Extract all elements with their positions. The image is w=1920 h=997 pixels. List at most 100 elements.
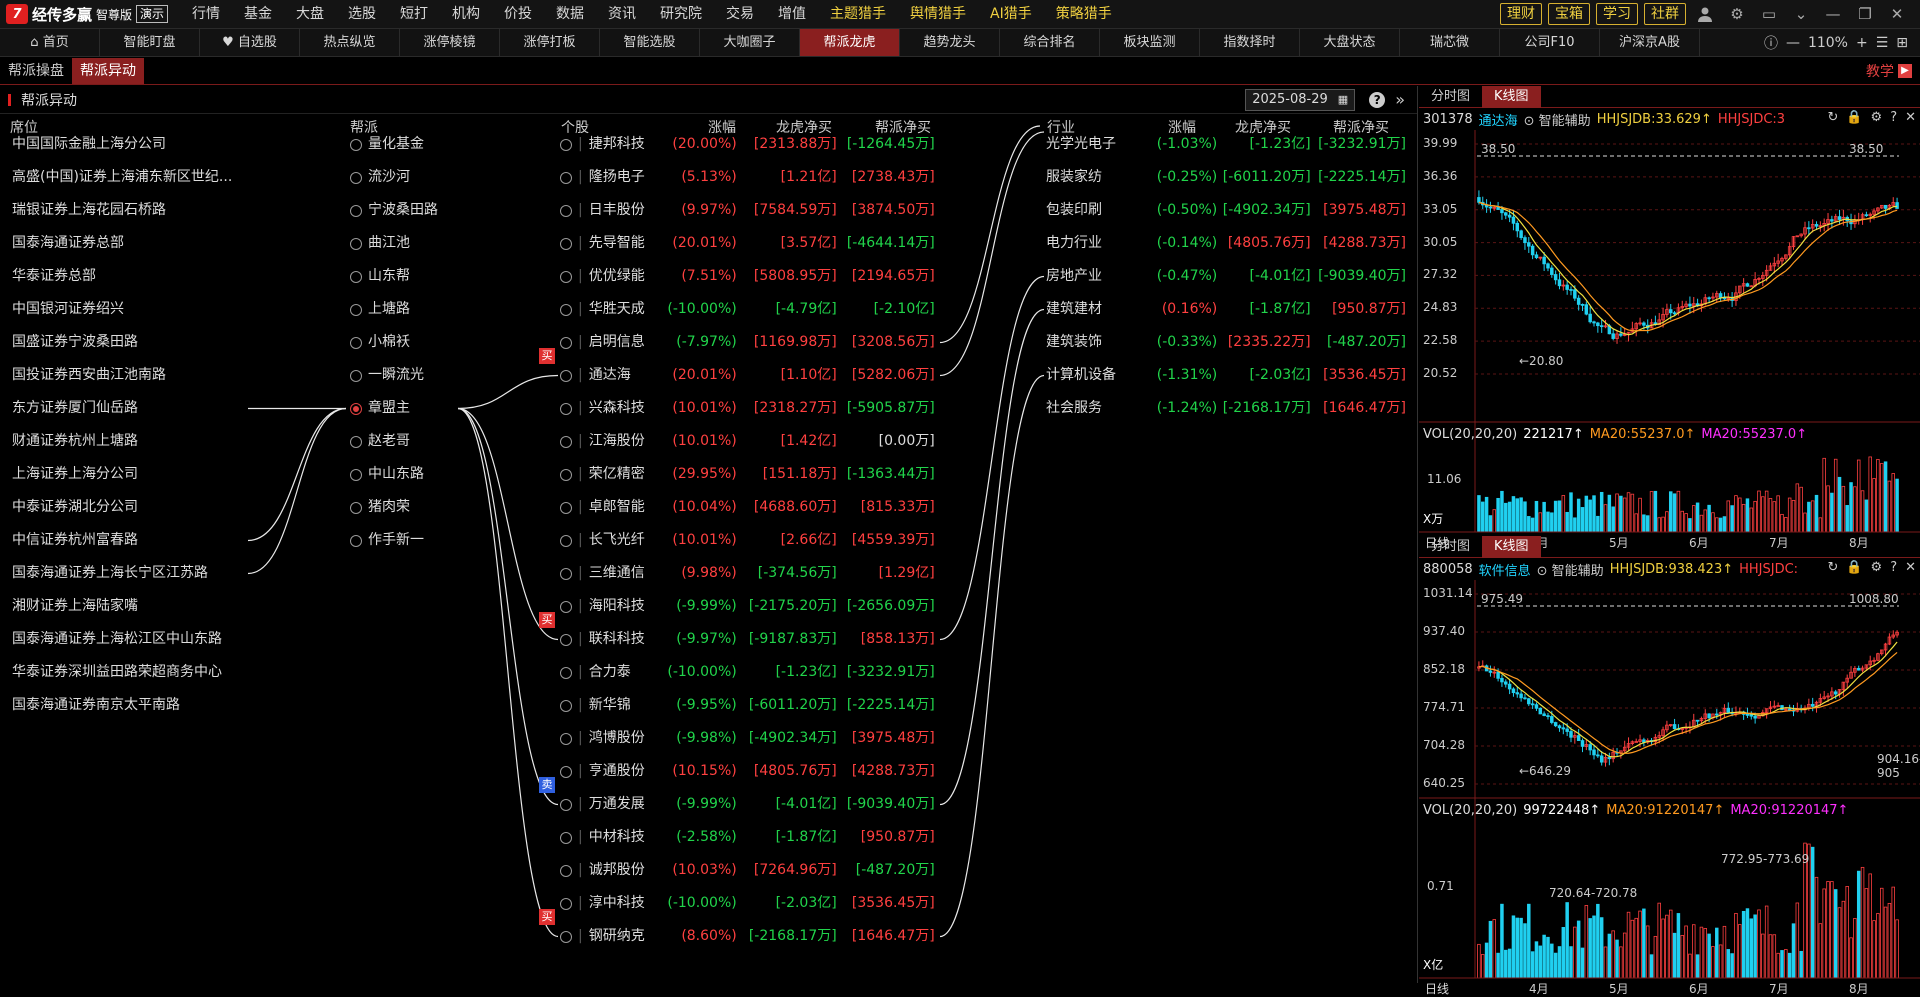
help-icon[interactable]: ? [1369,91,1386,108]
seat-item[interactable]: 湘财证券上海陆家嘴 [12,590,262,623]
tab-2[interactable]: ♥ 自选股 [200,29,300,56]
gang-item[interactable]: 宁波桑田路 [350,194,470,227]
menu-item-1[interactable]: 基金 [232,0,284,29]
radio-button[interactable] [560,402,572,415]
menu-hot-0[interactable]: 主题猎手 [818,0,898,29]
radio-button[interactable] [560,534,572,547]
stock-row[interactable]: | 万通发展 (-9.99%) [-4.01亿] [-9039.40万] [560,788,940,821]
tab-11[interactable]: 板块监测 [1100,29,1200,56]
close-icon[interactable]: ✕ [1905,560,1916,575]
zoom-in-icon[interactable]: + [1856,35,1868,51]
teach-link[interactable]: 教学 ▶ [1866,61,1920,81]
radio-button[interactable] [350,369,362,382]
tab-4[interactable]: 涨停棱镜 [400,29,500,56]
stock-row[interactable]: | 荣亿精密 (29.95%) [151.18万] [-1363.44万] [560,458,940,491]
radio-button[interactable] [560,864,572,877]
menu-item-10[interactable]: 交易 [714,0,766,29]
stock-row[interactable]: | 先导智能 (20.01%) [3.57亿] [-4644.14万] [560,227,940,260]
seat-item[interactable]: 华泰证券深圳益田路荣超商务中心 [12,656,262,689]
seat-item[interactable]: 上海证券上海分公司 [12,458,262,491]
radio-button[interactable] [560,897,572,910]
grid-icon[interactable]: ⊞ [1896,35,1908,51]
gang-item[interactable]: 上塘路 [350,293,470,326]
industry-row[interactable]: 房地产业 (-0.47%) [-4.01亿] [-9039.40万] [1046,260,1406,293]
gang-item[interactable]: 曲江池 [350,227,470,260]
radio-button[interactable] [560,699,572,712]
seat-item[interactable]: 国泰海通证券上海长宁区江苏路 [12,557,262,590]
radio-button[interactable] [350,534,362,547]
radio-button[interactable] [560,831,572,844]
help-icon[interactable]: ? [1890,110,1897,125]
seat-item[interactable]: 财通证券杭州上塘路 [12,425,262,458]
stock-row[interactable]: | 江海股份 (10.01%) [1.42亿] [0.00万] [560,425,940,458]
menu-item-3[interactable]: 选股 [336,0,388,29]
stock-row[interactable]: | 捷邦科技 (20.00%) [2313.88万] [-1264.45万] [560,128,940,161]
smart-assist-toggle[interactable]: ⊙ 智能辅助 [1524,110,1591,129]
menu-hot-2[interactable]: AI猎手 [978,0,1044,29]
licai-button[interactable]: 理财 [1500,3,1542,25]
seat-item[interactable]: 中国银河证券绍兴 [12,293,262,326]
smart-assist-toggle[interactable]: ⊙ 智能辅助 [1537,560,1604,579]
stock-row[interactable]: | 诚邦股份 (10.03%) [7264.96万] [-487.20万] [560,854,940,887]
chart-tab-0[interactable]: 分时图 [1419,86,1482,108]
radio-button[interactable] [350,237,362,250]
menu-item-2[interactable]: 大盘 [284,0,336,29]
menu-item-0[interactable]: 行情 [180,0,232,29]
radio-button[interactable] [350,468,362,481]
industry-row[interactable]: 建筑建材 (0.16%) [-1.87亿] [950.87万] [1046,293,1406,326]
refresh-icon[interactable]: ↻ [1827,110,1838,125]
radio-button[interactable] [560,567,572,580]
seat-item[interactable]: 国投证券西安曲江池南路 [12,359,262,392]
gang-item[interactable]: 章盟主 [350,392,470,425]
tab-7[interactable]: 大咖圈子 [700,29,800,56]
tab-gang-trade[interactable]: 帮派操盘 [0,58,72,84]
tab-15[interactable]: 公司F10 [1500,29,1600,56]
radio-button[interactable] [350,501,362,514]
radio-button[interactable] [560,138,572,151]
menu-item-7[interactable]: 数据 [544,0,596,29]
chart-tab-0[interactable]: 分时图 [1419,536,1482,558]
seat-item[interactable]: 国泰海通证券总部 [12,227,262,260]
stock-row[interactable]: | 长飞光纤 (10.01%) [2.66亿] [4559.39万] [560,524,940,557]
gang-item[interactable]: 一瞬流光 [350,359,470,392]
refresh-icon[interactable]: ↻ [1827,560,1838,575]
xuexi-button[interactable]: 学习 [1596,3,1638,25]
industry-row[interactable]: 电力行业 (-0.14%) [4805.76万] [4288.73万] [1046,227,1406,260]
menu-item-4[interactable]: 短打 [388,0,440,29]
tab-16[interactable]: 沪深京A股 [1600,29,1700,56]
demo-badge[interactable]: 演示 [136,5,169,23]
gang-item[interactable]: 猪肉荣 [350,491,470,524]
lock-icon[interactable]: 🔒 [1846,560,1862,575]
date-picker[interactable]: 2025-08-29 ▦ [1245,88,1356,111]
radio-button[interactable] [350,336,362,349]
minimize-icon[interactable]: — [1820,4,1846,24]
expand-icon[interactable]: » [1395,90,1405,109]
menu-icon[interactable]: ☰ [1876,35,1889,51]
industry-row[interactable]: 光学光电子 (-1.03%) [-1.23亿] [-3232.91万] [1046,128,1406,161]
seat-item[interactable]: 华泰证券总部 [12,260,262,293]
gang-item[interactable]: 量化基金 [350,128,470,161]
radio-button[interactable] [350,204,362,217]
radio-button[interactable] [560,633,572,646]
tab-5[interactable]: 涨停打板 [500,29,600,56]
stock-row[interactable]: | 通达海 (20.01%) [1.10亿] [5282.06万] [560,359,940,392]
stock-row[interactable]: | 三维通信 (9.98%) [-374.56万] [1.29亿] [560,557,940,590]
stock-row[interactable]: | 兴森科技 (10.01%) [2318.27万] [-5905.87万] [560,392,940,425]
seat-item[interactable]: 国盛证券宁波桑田路 [12,326,262,359]
layout-icon[interactable]: ▭ [1756,4,1782,24]
stock-row[interactable]: | 隆扬电子 (5.13%) [1.21亿] [2738.43万] [560,161,940,194]
tab-12[interactable]: 指数择时 [1200,29,1300,56]
stock-row[interactable]: | 鸿博股份 (-9.98%) [-4902.34万] [3975.48万] [560,722,940,755]
radio-button[interactable] [350,270,362,283]
gang-item[interactable]: 作手新一 [350,524,470,557]
seat-item[interactable]: 中信证券杭州富春路 [12,524,262,557]
radio-button[interactable] [560,237,572,250]
stock-row[interactable]: | 优优绿能 (7.51%) [5808.95万] [2194.65万] [560,260,940,293]
radio-button[interactable] [560,369,572,382]
gang-item[interactable]: 小棉袄 [350,326,470,359]
stock-row[interactable]: | 亨通股份 (10.15%) [4805.76万] [4288.73万] [560,755,940,788]
radio-button[interactable] [560,171,572,184]
help-icon[interactable]: ? [1890,560,1897,575]
menu-item-11[interactable]: 增值 [766,0,818,29]
chevron-down-icon[interactable]: ⌄ [1788,4,1814,24]
